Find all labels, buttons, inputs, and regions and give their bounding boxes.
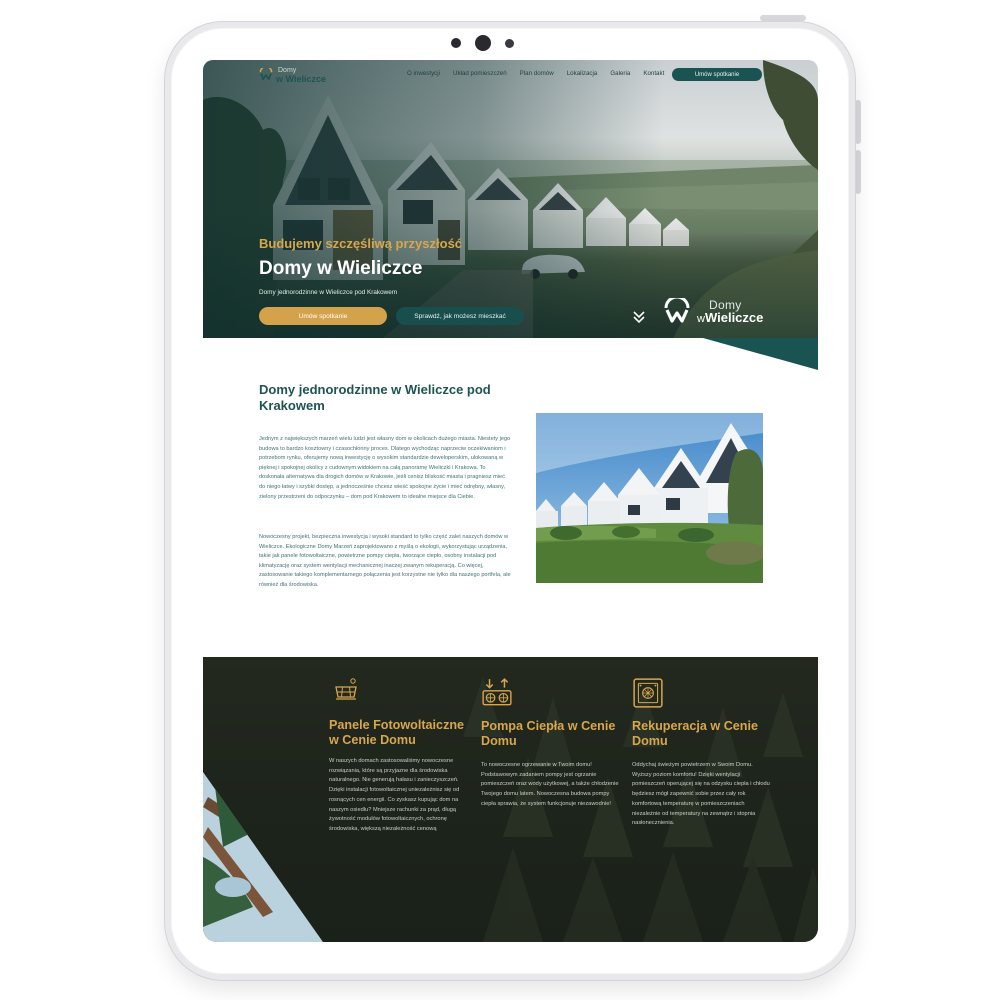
volume-down-button (855, 150, 861, 194)
logo-word-prefix: w (276, 74, 284, 84)
nav-link-lokalizacja[interactable]: Lokalizacja (567, 70, 598, 77)
feature-solar-panels: Panele Fotowoltaiczne w Cenie Domu W nas… (329, 677, 469, 835)
hero-subtitle: Domy jednorodzinne w Wieliczce pod Krako… (259, 289, 398, 296)
feature-title: Rekuperacja w Cenie Domu (632, 719, 758, 748)
hero-book-meeting-button[interactable]: Umów spotkanie (259, 307, 387, 325)
nav-link-plan-domow[interactable]: Plan domów (520, 70, 554, 77)
hero-logo-prefix: w (697, 312, 705, 325)
hero-check-living-button[interactable]: Sprawdź, jak możesz mieszkać (396, 307, 524, 325)
hero-section: Domy w Wieliczce O inwestycji Układ pomi… (203, 60, 818, 338)
volume-up-button (855, 100, 861, 144)
camera-icon (475, 35, 491, 51)
nav-link-o-inwestycji[interactable]: O inwestycji (407, 70, 440, 77)
feature-title: Pompa Ciepła w Cenie Domu (481, 719, 616, 748)
sensor-icon (451, 38, 461, 48)
about-title: Domy jednorodzinne w Wieliczce pod Krako… (259, 382, 491, 413)
house-logo-icon (259, 68, 273, 81)
nav-link-kontakt[interactable]: Kontakt (643, 70, 664, 77)
nav-link-galeria[interactable]: Galeria (610, 70, 630, 77)
feature-text: To nowoczesne ogrzewanie w Twoim domu! P… (481, 762, 619, 807)
hero-title: Domy w Wieliczce (259, 258, 423, 279)
about-houses-photo (536, 413, 763, 583)
nav-link-uklad-pomieszczen[interactable]: Układ pomieszczeń (453, 70, 507, 77)
about-paragraph-1: Jednym z największych marzeń wielu ludzi… (259, 436, 511, 500)
nav-links: O inwestycji Układ pomieszczeń Plan domó… (407, 70, 677, 77)
feature-text: Oddychaj świeżym powietrzem w Swoim Domu… (632, 762, 770, 827)
power-button (760, 15, 806, 21)
top-navigation: Domy w Wieliczce O inwestycji Układ pomi… (203, 60, 818, 90)
recuperation-unit-icon (633, 678, 663, 708)
double-chevron-down-icon[interactable] (631, 309, 647, 325)
hero-logo: Domy wWieliczce (663, 298, 763, 326)
header-logo[interactable]: Domy w Wieliczce (259, 67, 326, 84)
feature-recuperation: Rekuperacja w Cenie Domu Oddychaj świeży… (632, 677, 772, 829)
house-logo-icon (664, 298, 690, 323)
nav-book-meeting-button[interactable]: Umów spotkanie (672, 68, 762, 81)
solar-panel-icon (335, 678, 357, 700)
feature-title: Panele Fotowoltaiczne w Cenie Domu (329, 718, 465, 747)
light-sensor-icon (505, 39, 514, 48)
feature-text: W naszych domach zastosowaliśmy nowoczes… (329, 758, 460, 832)
about-paragraph-2: Nowoczesny projekt, bezpieczna inwestycj… (259, 534, 511, 588)
feature-heat-pump: Pompa Ciepła w Cenie Domu To nowoczesne … (481, 677, 621, 810)
heat-pump-icon (482, 678, 512, 706)
logo-word-bottom: Wieliczce (285, 74, 326, 84)
website-screen: Domy w Wieliczce O inwestycji Układ pomi… (203, 60, 818, 942)
features-section: Panele Fotowoltaiczne w Cenie Domu W nas… (203, 657, 818, 942)
hero-kicker: Budujemy szczęśliwą przyszłość (259, 236, 463, 251)
teal-corner-decoration (703, 338, 818, 370)
hero-logo-word-bottom: Wieliczce (704, 309, 764, 325)
